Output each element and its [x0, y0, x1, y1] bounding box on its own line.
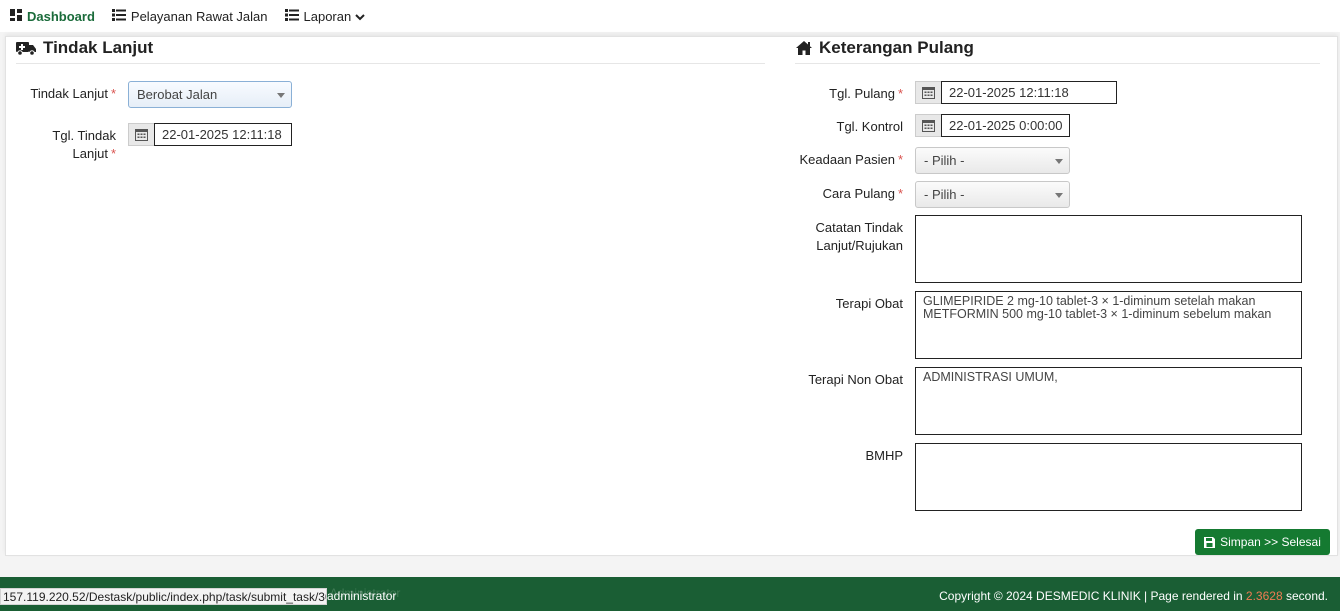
nav-pelayanan-label: Pelayanan Rawat Jalan [130, 8, 268, 24]
cara-pulang-select-value: - Pilih - [924, 187, 965, 202]
list-icon [111, 8, 126, 24]
keadaan-pasien-label: Keadaan Pasien * [790, 151, 903, 169]
keadaan-pasien-select-value: - Pilih - [924, 153, 965, 168]
chevron-down-icon [355, 9, 365, 24]
tgl-tindak-lanjut-label-line2: Lanjut [72, 146, 108, 161]
top-navbar: Dashboard Pelayanan Rawat Jalan Laporan [0, 0, 1340, 32]
tgl-pulang-label-text: Tgl. Pulang [829, 86, 895, 101]
required-mark: * [897, 152, 903, 167]
simpan-selesai-button[interactable]: Simpan >> Selesai [1195, 529, 1330, 555]
nav-laporan-dropdown[interactable]: Laporan [284, 8, 366, 24]
nav-pelayanan-rawat-jalan[interactable]: Pelayanan Rawat Jalan [111, 8, 268, 24]
footer-bar: 02 January 2025 12:58:11 WIB | User: Adm… [0, 577, 1340, 611]
render-suffix: second. [1285, 589, 1328, 603]
cara-pulang-label-text: Cara Pulang [822, 186, 895, 201]
required-mark: * [110, 146, 116, 161]
keadaan-pasien-select[interactable]: - Pilih - [915, 147, 1070, 174]
caret-down-icon [1055, 159, 1063, 164]
tindak-lanjut-select-value: Berobat Jalan [137, 87, 218, 102]
tindak-lanjut-label: Tindak Lanjut * [10, 85, 116, 103]
required-mark: * [110, 86, 116, 101]
nav-laporan-label: Laporan [303, 8, 352, 24]
cara-pulang-select[interactable]: - Pilih - [915, 181, 1070, 208]
calendar-icon[interactable] [915, 114, 941, 137]
nav-dashboard-label: Dashboard [27, 8, 95, 24]
caret-down-icon [277, 93, 285, 98]
calendar-icon[interactable] [915, 81, 941, 104]
copyright-text: Copyright © 2024 DESMEDIC KLINIK | Page … [939, 589, 1243, 603]
dashboard-icon [10, 8, 22, 24]
tindak-lanjut-select[interactable]: Berobat Jalan [128, 81, 292, 108]
keadaan-pasien-label-text: Keadaan Pasien [799, 152, 895, 167]
required-mark: * [897, 86, 903, 101]
tgl-tindak-lanjut-label-line1: Tgl. Tindak [52, 128, 116, 143]
footer-copyright: Copyright © 2024 DESMEDIC KLINIK | Page … [939, 588, 1328, 605]
tindak-lanjut-title-text: Tindak Lanjut [43, 38, 154, 57]
cara-pulang-label: Cara Pulang * [790, 185, 903, 203]
nav-dashboard[interactable]: Dashboard [10, 8, 95, 24]
tgl-pulang-input[interactable]: 22-01-2025 12:11:18 [941, 81, 1117, 104]
tgl-pulang-field: 22-01-2025 12:11:18 [915, 81, 1117, 104]
bmhp-textarea[interactable] [915, 443, 1302, 511]
save-icon [1204, 536, 1216, 548]
tgl-tindak-lanjut-label: Tgl. Tindak Lanjut * [10, 127, 116, 163]
tindak-lanjut-title: Tindak Lanjut [16, 38, 153, 58]
terapi-non-obat-textarea[interactable]: ADMINISTRASI UMUM, [915, 367, 1302, 435]
list-icon [284, 8, 299, 24]
tgl-tindak-lanjut-input[interactable]: 22-01-2025 12:11:18 [154, 123, 292, 146]
render-time: 2.3628 [1245, 589, 1283, 603]
tgl-kontrol-label: Tgl. Kontrol [836, 119, 903, 134]
catatan-tindak-lanjut-textarea[interactable] [915, 215, 1302, 283]
tgl-pulang-label: Tgl. Pulang * [790, 85, 903, 103]
tgl-kontrol-input[interactable]: 22-01-2025 0:00:00 [941, 114, 1070, 137]
footer-admin-text: administrator [327, 589, 397, 603]
keterangan-pulang-title-text: Keterangan Pulang [819, 38, 974, 57]
tgl-kontrol-field: 22-01-2025 0:00:00 [915, 114, 1070, 137]
caret-down-icon [1055, 193, 1063, 198]
simpan-selesai-label: Simpan >> Selesai [1220, 535, 1321, 549]
terapi-obat-textarea[interactable]: GLIMEPIRIDE 2 mg-10 tablet-3 × 1-diminum… [915, 291, 1302, 359]
catatan-label-line2: Lanjut/Rujukan [816, 238, 903, 253]
required-mark: * [897, 186, 903, 201]
bmhp-label: BMHP [865, 448, 903, 463]
ambulance-icon [16, 40, 37, 56]
tindak-lanjut-label-text: Tindak Lanjut [30, 86, 108, 101]
calendar-icon[interactable] [128, 123, 154, 146]
terapi-obat-label: Terapi Obat [835, 296, 903, 311]
section-divider [16, 63, 765, 64]
keterangan-pulang-title: Keterangan Pulang [795, 38, 974, 58]
terapi-non-obat-label: Terapi Non Obat [808, 372, 903, 387]
tgl-tindak-lanjut-field: 22-01-2025 12:11:18 [128, 123, 292, 146]
status-bar-url: 157.119.220.52/Destask/public/index.php/… [0, 588, 327, 605]
catatan-label-line1: Catatan Tindak [815, 220, 903, 235]
section-divider [795, 63, 1320, 64]
home-icon [795, 40, 813, 56]
catatan-tindak-lanjut-label: Catatan Tindak Lanjut/Rujukan [790, 219, 903, 255]
